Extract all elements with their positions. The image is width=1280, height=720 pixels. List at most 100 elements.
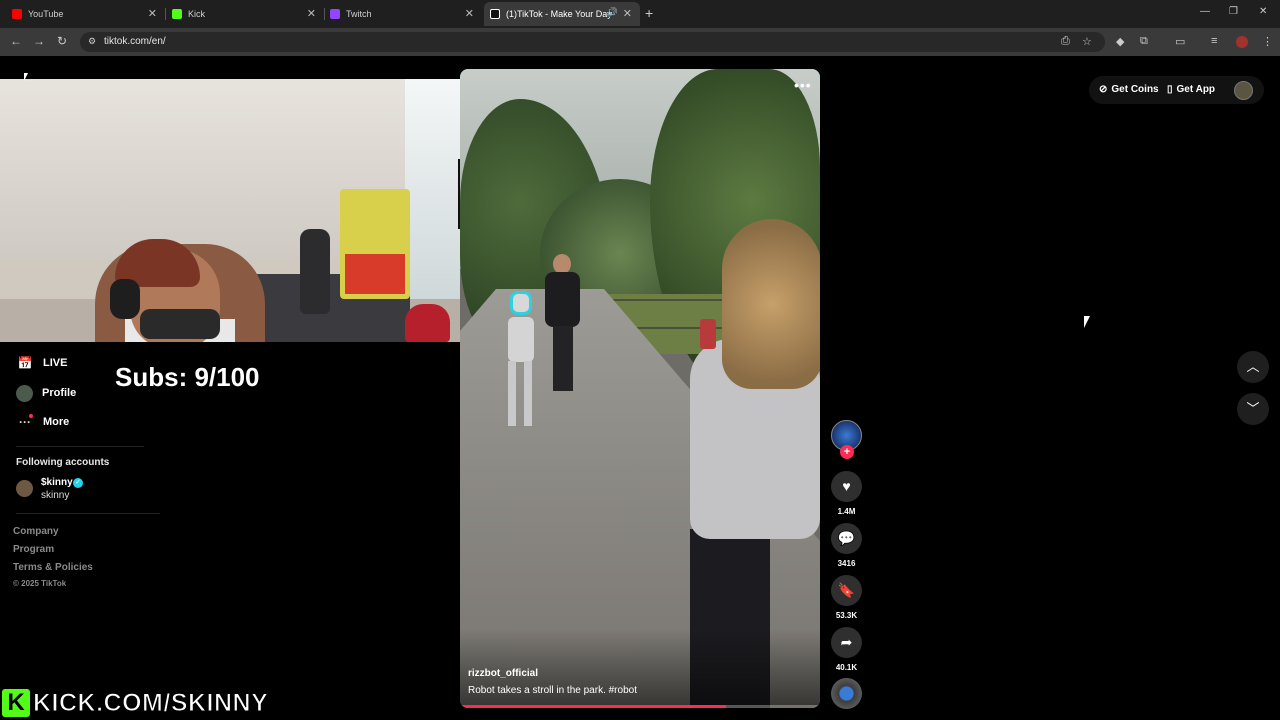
footer-link-program[interactable]: Program — [13, 544, 54, 555]
nav-item-label: Profile — [42, 387, 77, 399]
webcam-headset — [110, 279, 140, 319]
webcam-streamer-bandana — [140, 309, 220, 339]
like-button[interactable]: ♥ — [831, 471, 862, 502]
nav-item-more[interactable]: ··· More — [16, 412, 69, 432]
kick-overlay: K KICK.COM/SKINNY — [0, 687, 284, 720]
comment-icon: 💬 — [837, 530, 856, 546]
man-body — [545, 272, 580, 327]
tab-label: Kick — [188, 9, 206, 19]
share-count: 40.1K — [835, 663, 858, 672]
verified-badge-icon: ✓ — [73, 478, 83, 488]
tab-tiktok[interactable]: (1)TikTok - Make Your Day 🔊 ✕ — [484, 2, 640, 26]
window-close-icon[interactable]: ✕ — [1259, 6, 1267, 17]
tab-youtube[interactable]: YouTube ✕ — [0, 2, 166, 26]
extensions-puzzle-icon[interactable]: ⧉ — [1140, 35, 1148, 48]
get-app-label: Get App — [1176, 84, 1216, 95]
notification-dot — [29, 414, 33, 418]
video-progress-bar[interactable] — [460, 705, 727, 708]
man-legs — [553, 326, 573, 391]
new-tab-button[interactable]: + — [645, 5, 653, 21]
phone-icon: ▯ — [1167, 84, 1173, 95]
tab-twitch[interactable]: Twitch ✕ — [318, 2, 482, 26]
bookmark-icon: 🔖 — [837, 582, 856, 598]
speaker-icon[interactable]: 🔊 — [607, 7, 618, 18]
tab-label: (1)TikTok - Make Your Day — [506, 9, 612, 19]
kick-channel-text: KICK.COM/SKINNY — [32, 689, 269, 718]
footer-link-terms[interactable]: Terms & Policies — [13, 562, 93, 573]
woman-phone — [700, 319, 716, 349]
next-video-button[interactable]: ﹀ — [1237, 393, 1269, 425]
following-accounts-title: Following accounts — [16, 457, 110, 468]
get-app-button[interactable]: ▯ Get App — [1167, 84, 1215, 95]
cast-icon[interactable]: ▭ — [1175, 35, 1185, 48]
media-control-icon[interactable]: ≡ — [1211, 35, 1217, 47]
music-disc-icon[interactable] — [831, 678, 862, 709]
browser-toolbar: ← → ↻ ⚙ tiktok.com/en/ ⎙ ☆ ◆ ⧉ ▭ ≡ ⋮ — [0, 28, 1280, 56]
kick-logo: K — [2, 689, 30, 717]
footer-link-company[interactable]: Company — [13, 526, 59, 537]
close-icon[interactable]: ✕ — [623, 7, 632, 20]
divider — [16, 446, 144, 447]
streamer-webcam — [0, 79, 465, 342]
nav-item-label: More — [43, 416, 70, 428]
like-count: 1.4M — [837, 507, 856, 516]
subs-goal-overlay: Subs: 9/100 — [115, 362, 260, 392]
save-count: 53.3K — [835, 611, 858, 620]
robot-leg — [508, 361, 516, 426]
nav-item-profile[interactable]: Profile — [16, 383, 76, 403]
avatar — [16, 384, 33, 402]
webcam-red-figure — [405, 304, 450, 342]
previous-video-button[interactable]: ︿ — [1237, 351, 1269, 383]
url-text[interactable]: tiktok.com/en/ — [104, 36, 166, 47]
close-icon[interactable]: ✕ — [307, 7, 316, 20]
share-button[interactable]: ➦ — [831, 627, 862, 658]
back-icon[interactable]: ← — [10, 34, 22, 48]
minimize-icon[interactable]: — — [1200, 6, 1210, 17]
more-options-icon[interactable]: ••• — [794, 77, 812, 93]
twitch-favicon-icon — [330, 9, 340, 19]
address-bar[interactable]: ⚙ tiktok.com/en/ ⎙ ☆ — [80, 32, 1105, 52]
profile-avatar[interactable] — [1236, 36, 1248, 48]
woman-hair — [722, 219, 820, 389]
save-button[interactable]: 🔖 — [831, 575, 862, 606]
forward-icon[interactable]: → — [33, 34, 45, 48]
account-name[interactable]: $kinny — [41, 477, 73, 488]
get-coins-label: Get Coins — [1111, 84, 1159, 95]
coin-icon: ⊘ — [1099, 84, 1108, 95]
extension-diamond-icon[interactable]: ◆ — [1116, 35, 1124, 48]
tab-label: Twitch — [346, 9, 372, 19]
restore-icon[interactable]: ❐ — [1229, 6, 1238, 17]
bookmark-star-icon[interactable]: ☆ — [1082, 35, 1092, 48]
video-man — [545, 254, 580, 394]
follow-plus-icon[interactable]: + — [840, 445, 854, 459]
heart-icon: ♥ — [842, 478, 851, 494]
robot-body — [508, 317, 534, 362]
divider — [16, 513, 160, 514]
video-author[interactable]: rizzbot_official — [468, 668, 538, 679]
account-handle[interactable]: skinny — [41, 490, 69, 501]
comment-button[interactable]: 💬 — [831, 523, 862, 554]
avatar[interactable] — [16, 480, 33, 497]
nav-item-live[interactable]: 📅 LIVE — [16, 353, 68, 373]
tab-kick[interactable]: Kick ✕ — [160, 2, 325, 26]
copyright: © 2025 TikTok — [13, 579, 67, 588]
video-player[interactable]: ••• rizzbot_official Robot takes a strol… — [460, 69, 820, 708]
close-icon[interactable]: ✕ — [465, 7, 474, 20]
get-coins-button[interactable]: ⊘ Get Coins — [1099, 84, 1159, 95]
nav-item-label: LIVE — [43, 357, 68, 369]
chevron-up-icon: ︿ — [1246, 359, 1260, 374]
video-robot — [500, 291, 540, 431]
install-app-icon[interactable]: ⎙ — [1061, 35, 1070, 48]
avatar[interactable] — [1234, 81, 1253, 100]
comment-count: 3416 — [837, 559, 856, 568]
tab-label: YouTube — [28, 9, 64, 19]
webcam-arcade-base — [345, 254, 405, 294]
robot-leg — [524, 361, 532, 426]
menu-kebab-icon[interactable]: ⋮ — [1262, 35, 1273, 48]
site-info-icon[interactable]: ⚙ — [88, 36, 96, 47]
kick-favicon-icon — [172, 9, 182, 19]
live-icon: 📅 — [17, 356, 33, 370]
reload-icon[interactable]: ↻ — [57, 34, 67, 48]
browser-tab-bar: YouTube ✕ Kick ✕ Twitch ✕ (1)TikTok - Ma… — [0, 0, 1280, 28]
close-icon[interactable]: ✕ — [148, 7, 157, 20]
